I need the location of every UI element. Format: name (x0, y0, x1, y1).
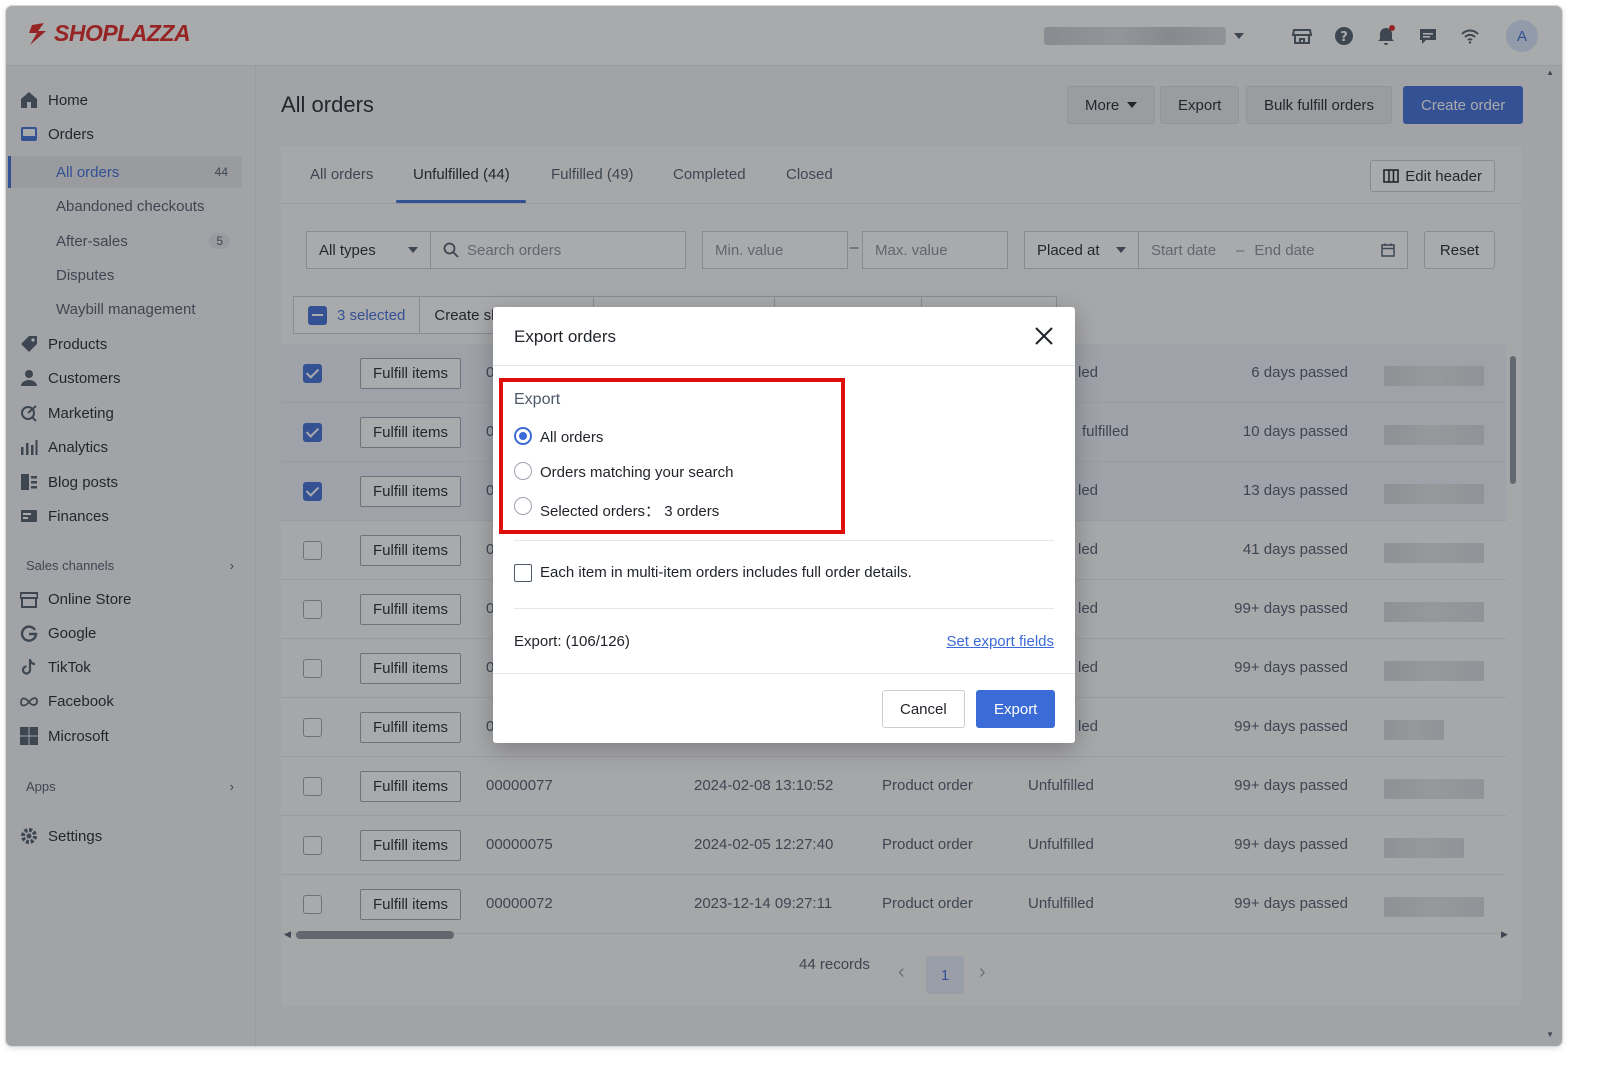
divider (493, 673, 1075, 674)
export-orders-dialog: Export orders Export All orders Orders m… (493, 307, 1075, 743)
cancel-button[interactable]: Cancel (882, 690, 965, 728)
app-window: SHOPLAZZA ? A Home Orders All orders 44 … (6, 6, 1562, 1046)
set-export-fields-link[interactable]: Set export fields (946, 633, 1054, 650)
divider (514, 540, 1054, 541)
divider (514, 608, 1054, 609)
full-details-label[interactable]: Each item in multi-item orders includes … (540, 564, 912, 581)
export-count: Export: (106/126) (514, 633, 630, 650)
full-details-checkbox[interactable] (514, 564, 532, 582)
radio-label-matching-search[interactable]: Orders matching your search (540, 464, 733, 481)
export-section-label: Export (514, 391, 561, 408)
confirm-export-button[interactable]: Export (976, 690, 1056, 728)
close-icon[interactable] (1033, 325, 1055, 347)
dialog-title: Export orders (514, 327, 617, 346)
radio-label-all-orders[interactable]: All orders (540, 429, 603, 446)
radio-matching-search[interactable] (514, 462, 532, 480)
radio-label-selected-orders[interactable]: Selected orders： 3 orders (540, 500, 719, 521)
radio-selected-orders[interactable] (514, 497, 532, 515)
cancel-label: Cancel (900, 700, 947, 718)
divider (493, 365, 1075, 366)
radio-all-orders[interactable] (514, 427, 532, 445)
confirm-export-label: Export (994, 700, 1038, 718)
